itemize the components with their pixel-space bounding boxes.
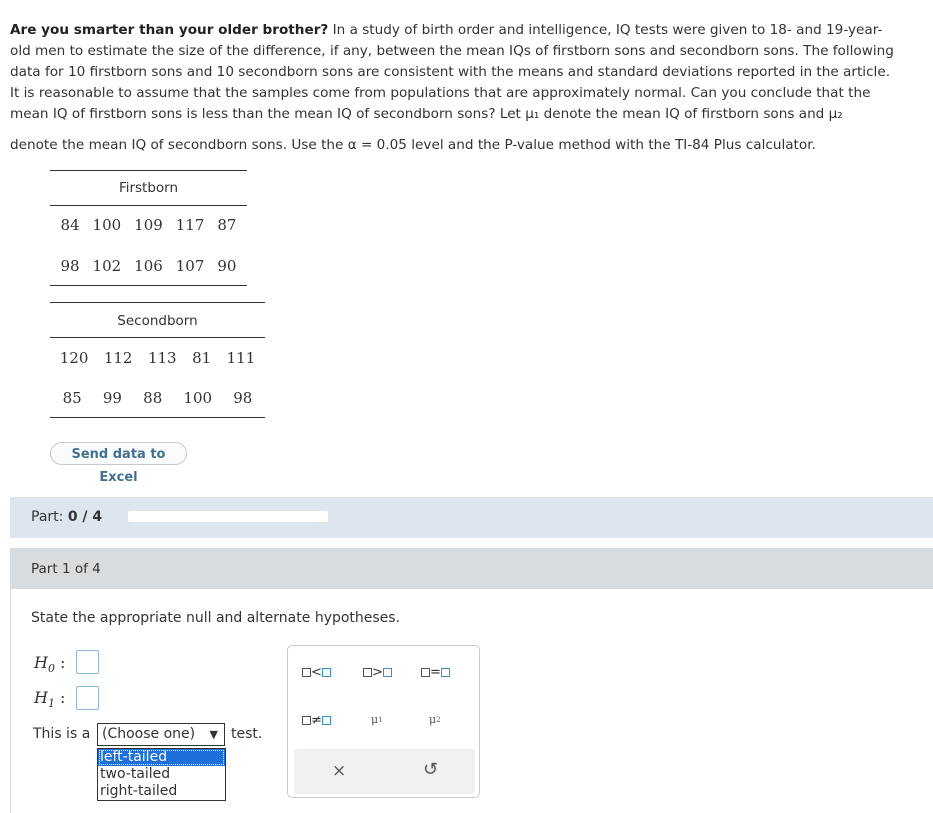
secondborn-table: Secondborn 120 112 113 81 111 85 99 88 1… xyxy=(50,302,265,422)
table-cell: 109 xyxy=(134,216,163,234)
firstborn-row-1: 84 100 109 117 87 xyxy=(50,216,247,234)
send-to-excel-button[interactable]: Send data to Excel xyxy=(50,442,187,485)
table-cell: 111 xyxy=(226,349,256,367)
test-suffix: test. xyxy=(231,726,263,742)
table-cell: 107 xyxy=(175,257,205,275)
select-value: (Choose one) xyxy=(102,726,196,742)
table-cell: 85 xyxy=(62,389,82,407)
secondborn-header: Secondborn xyxy=(117,313,198,329)
tail-type-select[interactable]: (Choose one) ▼ xyxy=(97,723,225,746)
question-line1: In a study of birth order and intelligen… xyxy=(328,22,883,38)
table-cell: 87 xyxy=(217,216,237,234)
table-cell: 100 xyxy=(183,389,213,407)
part-header: Part 1 of 4 xyxy=(10,548,933,589)
table-cell: 106 xyxy=(134,257,163,275)
placeholder-square-icon xyxy=(421,668,430,677)
part-progress-bar: Part: 0 / 4 xyxy=(10,497,933,538)
table-cell: 98 xyxy=(60,257,80,275)
table-cell: 90 xyxy=(217,257,237,275)
part-count: 0 / 4 xyxy=(67,509,103,525)
option-right-tailed[interactable]: right-tailed xyxy=(98,783,225,800)
placeholder-square-icon xyxy=(302,668,311,677)
table-cell: 112 xyxy=(103,349,133,367)
equals-button[interactable]: = xyxy=(421,665,450,680)
part-prompt: State the appropriate null and alternate… xyxy=(31,610,401,626)
tail-type-options: left-tailed two-tailed right-tailed xyxy=(97,748,226,801)
not-equal-button[interactable]: ≠ xyxy=(302,713,331,728)
firstborn-table: Firstborn 84 100 109 117 87 98 102 106 1… xyxy=(50,170,247,290)
mu1-button[interactable]: μ1 xyxy=(371,713,383,726)
question-line2: old men to estimate the size of the diff… xyxy=(10,43,894,59)
table-cell: 117 xyxy=(175,216,205,234)
table-cell: 98 xyxy=(233,389,253,407)
secondborn-row-1: 120 112 113 81 111 xyxy=(50,349,265,367)
symbol-palette: < > = ≠ μ1 μ2 × ↺ xyxy=(287,645,480,798)
question-line3: data for 10 firstborn sons and 10 second… xyxy=(10,64,891,80)
placeholder-square-icon xyxy=(321,668,331,677)
question-line4: It is reasonable to assume that the samp… xyxy=(10,85,871,101)
placeholder-square-icon xyxy=(321,716,331,725)
secondborn-row-2: 85 99 88 100 98 xyxy=(50,389,265,407)
progress-track xyxy=(128,511,328,522)
table-cell: 120 xyxy=(59,349,89,367)
table-cell: 102 xyxy=(92,257,122,275)
table-cell: 99 xyxy=(102,389,122,407)
placeholder-square-icon xyxy=(382,668,392,677)
table-cell: 81 xyxy=(192,349,212,367)
test-prefix: This is a xyxy=(33,726,91,742)
firstborn-header: Firstborn xyxy=(118,180,179,196)
placeholder-square-icon xyxy=(302,716,311,725)
undo-icon[interactable]: ↺ xyxy=(423,759,438,780)
option-two-tailed[interactable]: two-tailed xyxy=(98,766,225,783)
table-cell: 88 xyxy=(143,389,163,407)
h1-answer-box[interactable] xyxy=(76,686,99,710)
greater-than-button[interactable]: > xyxy=(363,665,392,680)
less-than-button[interactable]: < xyxy=(302,665,331,680)
h0-answer-box[interactable] xyxy=(76,650,99,674)
part-title: Part 1 of 4 xyxy=(31,561,101,577)
placeholder-square-icon xyxy=(363,668,372,677)
table-cell: 100 xyxy=(92,216,122,234)
question-title: Are you smarter than your older brother? xyxy=(10,22,329,38)
h0-label: H0 : xyxy=(34,653,66,676)
h1-label: H1 : xyxy=(34,688,66,711)
question-line5: mean IQ of firstborn sons is less than t… xyxy=(10,106,843,122)
dropdown-arrow-icon: ▼ xyxy=(209,728,218,741)
question-text: Are you smarter than your older brother?… xyxy=(10,20,925,156)
option-left-tailed[interactable]: left-tailed xyxy=(98,749,225,766)
mu2-button[interactable]: μ2 xyxy=(429,713,441,726)
palette-footer: × ↺ xyxy=(294,749,475,794)
placeholder-square-icon xyxy=(440,668,450,677)
table-cell: 113 xyxy=(147,349,177,367)
clear-icon[interactable]: × xyxy=(332,761,346,781)
table-cell: 84 xyxy=(60,216,80,234)
firstborn-row-2: 98 102 106 107 90 xyxy=(50,257,247,275)
question-line6: denote the mean IQ of secondborn sons. U… xyxy=(10,137,816,153)
part-label: Part: xyxy=(31,509,64,525)
